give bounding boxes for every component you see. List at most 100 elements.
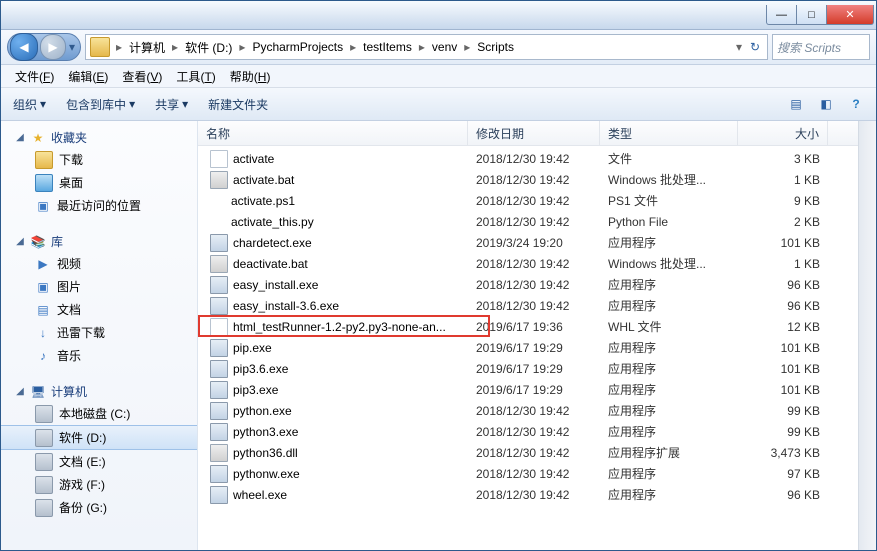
nav-music[interactable]: ♪音乐 [1,344,197,367]
file-date: 2019/6/17 19:36 [468,320,600,334]
refresh-button[interactable]: ↻ [745,40,765,54]
file-row[interactable]: html_testRunner-1.2-py2.py3-none-an... 20… [198,316,876,337]
computer-icon: 🖥 [30,384,46,400]
new-folder-button[interactable]: 新建文件夹 [204,94,272,115]
file-date: 2018/12/30 19:42 [468,467,600,481]
nav-history-dropdown[interactable]: ▾ [66,40,78,54]
nav-documents[interactable]: ▤文档 [1,298,197,321]
nav-drive-c[interactable]: 本地磁盘 (C:) [1,402,197,425]
file-icon [210,360,228,378]
organize-menu[interactable]: 组织 ▾ [9,94,50,115]
file-name: easy_install-3.6.exe [233,299,339,313]
bc-folder[interactable]: PycharmProjects [248,40,347,54]
bc-folder[interactable]: testItems [359,40,416,54]
file-date: 2018/12/30 19:42 [468,425,600,439]
file-row[interactable]: deactivate.bat2018/12/30 19:42Windows 批处… [198,253,876,274]
nav-pictures[interactable]: ▣图片 [1,275,197,298]
file-size: 101 KB [738,362,828,376]
col-type-header[interactable]: 类型 [600,121,738,145]
bc-drive[interactable]: 软件 (D:) [181,39,236,56]
breadcrumb-sep[interactable]: ▸ [347,40,359,54]
bc-computer[interactable]: 计算机 [125,39,169,56]
folder-icon [90,37,110,57]
preview-pane-button[interactable]: ◧ [814,92,838,116]
file-name: pythonw.exe [233,467,300,481]
nav-drive-e[interactable]: 文档 (E:) [1,450,197,473]
document-icon: ▤ [35,302,51,318]
search-input[interactable]: 搜索 Scripts [772,34,870,60]
file-icon [210,234,228,252]
menu-tools[interactable]: 工具(T) [176,68,215,85]
col-size-header[interactable]: 大小 [738,121,828,145]
nav-thunder[interactable]: ↓迅雷下载 [1,321,197,344]
file-row[interactable]: python36.dll2018/12/30 19:42应用程序扩展3,473 … [198,442,876,463]
bc-folder-current[interactable]: Scripts [473,40,518,54]
file-row[interactable]: python3.exe2018/12/30 19:42应用程序99 KB [198,421,876,442]
nav-recent[interactable]: ▣最近访问的位置 [1,194,197,217]
file-row[interactable]: pip3.6.exe2019/6/17 19:29应用程序101 KB [198,358,876,379]
file-type: Windows 批处理... [600,255,738,272]
forward-button[interactable]: ▶ [40,34,66,60]
menu-file[interactable]: 文件(F) [15,68,54,85]
menu-bar: 文件(F) 编辑(E) 查看(V) 工具(T) 帮助(H) [1,65,876,88]
favorites-header[interactable]: ◢★收藏夹 [1,127,197,148]
file-row[interactable]: pythonw.exe2018/12/30 19:42应用程序97 KB [198,463,876,484]
breadcrumb-sep[interactable]: ▸ [416,40,428,54]
back-button[interactable]: ◀ [10,33,38,61]
desktop-icon [35,174,53,192]
breadcrumb[interactable]: ▸ 计算机 ▸ 软件 (D:) ▸ PycharmProjects ▸ test… [85,34,768,60]
file-name: html_testRunner-1.2-py2.py3-none-an... [233,320,446,334]
video-icon: ▶ [35,256,51,272]
recent-icon: ▣ [35,198,51,214]
file-row[interactable]: easy_install.exe2018/12/30 19:42应用程序96 K… [198,274,876,295]
scrollbar[interactable] [858,121,876,550]
navigation-pane[interactable]: ◢★收藏夹 下载 桌面 ▣最近访问的位置 ◢📚库 ▶视频 ▣图片 ▤文档 ↓迅雷… [1,121,198,550]
nav-downloads[interactable]: 下载 [1,148,197,171]
file-row[interactable]: pip.exe2019/6/17 19:29应用程序101 KB [198,337,876,358]
file-row[interactable]: activate2018/12/30 19:42文件3 KB [198,148,876,169]
menu-view[interactable]: 查看(V) [122,68,162,85]
file-row[interactable]: python.exe2018/12/30 19:42应用程序99 KB [198,400,876,421]
breadcrumb-sep[interactable]: ▸ [169,40,181,54]
libraries-header[interactable]: ◢📚库 [1,231,197,252]
include-in-library[interactable]: 包含到库中 ▾ [62,94,139,115]
file-name: pip.exe [233,341,272,355]
nav-videos[interactable]: ▶视频 [1,252,197,275]
help-button[interactable]: ? [844,92,868,116]
computer-header[interactable]: ◢🖥计算机 [1,381,197,402]
file-size: 1 KB [738,173,828,187]
disk-icon [35,405,53,423]
file-list[interactable]: activate2018/12/30 19:42文件3 KBactivate.b… [198,146,876,550]
menu-edit[interactable]: 编辑(E) [68,68,108,85]
file-icon [210,214,226,230]
nav-drive-g[interactable]: 备份 (G:) [1,496,197,519]
minimize-button[interactable]: — [766,5,797,25]
close-button[interactable]: ✕ [827,5,874,25]
file-row[interactable]: wheel.exe2018/12/30 19:42应用程序96 KB [198,484,876,505]
breadcrumb-dropdown[interactable]: ▾ [733,40,745,54]
menu-help[interactable]: 帮助(H) [230,68,271,85]
file-row[interactable]: easy_install-3.6.exe2018/12/30 19:42应用程序… [198,295,876,316]
breadcrumb-sep[interactable]: ▸ [236,40,248,54]
nav-desktop[interactable]: 桌面 [1,171,197,194]
file-row[interactable]: chardetect.exe2019/3/24 19:20应用程序101 KB [198,232,876,253]
file-type: 文件 [600,150,738,167]
col-date-header[interactable]: 修改日期 [468,121,600,145]
share-menu[interactable]: 共享 ▾ [151,94,192,115]
maximize-button[interactable]: □ [797,5,827,25]
nav-drive-d[interactable]: 软件 (D:) [1,425,197,450]
col-name-header[interactable]: 名称 [198,121,468,145]
file-type: 应用程序 [600,297,738,314]
view-mode-button[interactable]: ▤ [784,92,808,116]
file-row[interactable]: activate.bat2018/12/30 19:42Windows 批处理.… [198,169,876,190]
file-row[interactable]: activate_this.py2018/12/30 19:42Python F… [198,211,876,232]
file-row[interactable]: activate.ps12018/12/30 19:42PS1 文件9 KB [198,190,876,211]
file-row[interactable]: pip3.exe2019/6/17 19:29应用程序101 KB [198,379,876,400]
file-icon [210,171,228,189]
breadcrumb-sep[interactable]: ▸ [113,40,125,54]
chevron-down-icon: ▾ [40,97,46,111]
nav-drive-f[interactable]: 游戏 (F:) [1,473,197,496]
music-icon: ♪ [35,348,51,364]
bc-folder[interactable]: venv [428,40,461,54]
breadcrumb-sep[interactable]: ▸ [461,40,473,54]
